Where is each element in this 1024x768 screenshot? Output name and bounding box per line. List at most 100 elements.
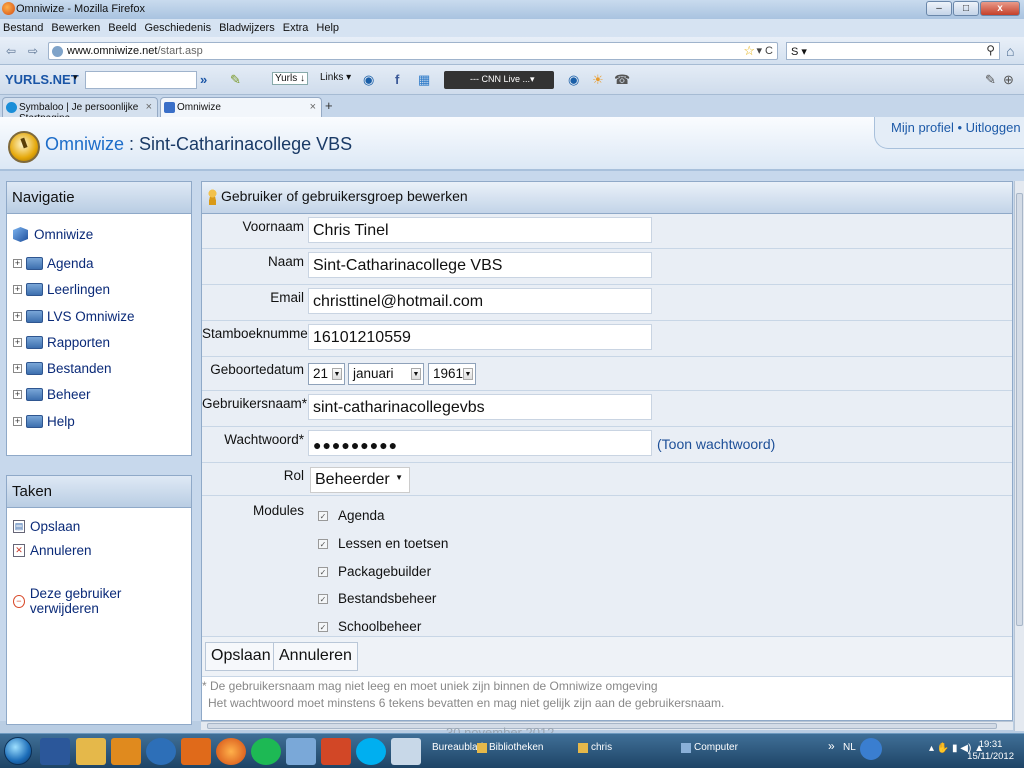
home-icon[interactable]: ⌂ [1006, 43, 1014, 59]
weather-icon[interactable]: ☀ [592, 72, 604, 88]
email-field[interactable]: christtinel@hotmail.com [308, 288, 652, 314]
powerpoint-icon[interactable] [321, 738, 351, 765]
yurls-button[interactable]: Yurls ↓ [272, 72, 309, 85]
tab-symbaloo-close-icon[interactable]: × [146, 101, 152, 113]
menu-bladwijzers[interactable]: Bladwijzers [219, 22, 275, 34]
checkbox-checked-icon[interactable]: ✓ [318, 594, 328, 604]
nav-item-bestanden[interactable]: + Bestanden [13, 361, 112, 376]
explorer-icon[interactable] [76, 738, 106, 765]
add-icon[interactable]: ⊕ [1003, 72, 1014, 88]
bookmark-star-icon[interactable]: ☆ [743, 43, 755, 59]
birth-day-select[interactable]: 21 ▼ [308, 363, 345, 385]
nav-item-help[interactable]: + Help [13, 414, 75, 429]
module-agenda[interactable]: ✓ Agenda [318, 508, 385, 523]
back-button[interactable]: ⇦ [6, 44, 16, 58]
search-engine-selector[interactable]: S ▾ [791, 46, 807, 58]
nav-item-rapporten[interactable]: + Rapporten [13, 335, 110, 350]
checkbox-checked-icon[interactable]: ✓ [318, 511, 328, 521]
vertical-scrollbar[interactable] [1014, 181, 1024, 731]
go-arrow-icon[interactable]: » [200, 72, 207, 87]
word-icon[interactable] [40, 738, 70, 765]
menu-bewerken[interactable]: Bewerken [51, 22, 100, 34]
reload-button[interactable]: ▾ C [756, 44, 773, 57]
calendar-icon[interactable]: ▦ [418, 72, 430, 88]
new-tab-button[interactable]: + [325, 98, 333, 113]
minimize-button[interactable]: – [926, 1, 952, 16]
menu-help[interactable]: Help [316, 22, 339, 34]
tab-omniwize-close-icon[interactable]: × [310, 101, 316, 113]
horizontal-scrollbar[interactable] [201, 721, 1013, 730]
search-icon[interactable]: ⚲ [986, 43, 995, 57]
search-input[interactable]: S ▾ ⚲ [786, 42, 1000, 60]
messenger-icon[interactable]: ☎ [614, 72, 630, 88]
expand-icon[interactable]: + [13, 338, 22, 347]
tray-app-icon[interactable]: ✋ [937, 743, 949, 754]
tray-arrow-icon[interactable]: ▴ [929, 743, 934, 754]
expand-icon[interactable]: + [13, 390, 22, 399]
nav-item-lvs-omniwize[interactable]: + LVS Omniwize [13, 309, 135, 324]
media-player-icon[interactable] [111, 738, 141, 765]
user-folder-link[interactable]: chris [591, 742, 612, 753]
checkbox-checked-icon[interactable]: ✓ [318, 539, 328, 549]
start-button[interactable] [4, 737, 32, 765]
expand-icon[interactable]: + [13, 259, 22, 268]
close-button[interactable]: x [980, 1, 1020, 16]
module-schoolbeheer[interactable]: ✓ Schoolbeheer [318, 619, 421, 634]
help-icon[interactable] [860, 738, 882, 760]
lastname-field[interactable]: Sint-Catharinacollege VBS [308, 252, 652, 278]
rss-icon[interactable]: ◉ [363, 72, 374, 88]
maximize-button[interactable]: □ [953, 1, 979, 16]
hand-tool-icon[interactable] [391, 738, 421, 765]
menu-extra[interactable]: Extra [283, 22, 309, 34]
checkbox-checked-icon[interactable]: ✓ [318, 567, 328, 577]
spotify-icon[interactable] [251, 738, 281, 765]
more-toolbars-chevron[interactable]: » [828, 739, 835, 753]
task-delete-user[interactable]: − Deze gebruiker verwijderen [13, 586, 191, 616]
menu-geschiedenis[interactable]: Geschiedenis [144, 22, 211, 34]
tab-symbaloo[interactable]: Symbaloo | Je persoonlijke Startpagina × [2, 97, 158, 124]
menu-bestand[interactable]: Bestand [3, 22, 43, 34]
expand-icon[interactable]: + [13, 312, 22, 321]
username-field[interactable]: sint-catharinacollegevbs [308, 394, 652, 420]
role-select[interactable]: Beheerder ▼ [310, 467, 410, 493]
libraries-link[interactable]: Bibliotheken [489, 742, 543, 753]
battery-icon[interactable]: ▮ [952, 743, 958, 754]
url-bar[interactable]: www.omniwize.net/start.asp ☆ ▾ C [48, 42, 778, 60]
checkbox-checked-icon[interactable]: ✓ [318, 622, 328, 632]
expand-icon[interactable]: + [13, 285, 22, 294]
birth-year-select[interactable]: 1961 ▼ [428, 363, 476, 385]
module-bestandsbeheer[interactable]: ✓ Bestandsbeheer [318, 591, 436, 606]
expand-icon[interactable]: + [13, 364, 22, 373]
hp-icon[interactable] [146, 738, 176, 765]
nav-item-beheer[interactable]: + Beheer [13, 387, 91, 402]
yurls-search-input[interactable] [85, 71, 197, 89]
control-panel-icon[interactable] [286, 738, 316, 765]
horizontal-scroll-thumb[interactable] [207, 723, 997, 729]
facebook-icon[interactable]: f [395, 72, 399, 87]
computer-link[interactable]: Computer [694, 742, 738, 753]
password-field[interactable]: ●●●●●●●●● [308, 430, 652, 456]
firstname-field[interactable]: Chris Tinel [308, 217, 652, 243]
language-indicator[interactable]: NL [843, 742, 856, 753]
clock[interactable]: 19:31 15/11/2012 [967, 739, 1014, 763]
birth-month-select[interactable]: januari ▼ [348, 363, 424, 385]
expand-icon[interactable]: + [13, 417, 22, 426]
menu-beeld[interactable]: Beeld [108, 22, 136, 34]
save-button[interactable]: Opslaan [205, 642, 277, 671]
highlighter-icon[interactable]: ✎ [230, 72, 241, 88]
logout-link[interactable]: Uitloggen [966, 120, 1021, 135]
app-icon[interactable] [181, 738, 211, 765]
tab-omniwize[interactable]: Omniwize × [160, 97, 322, 117]
nav-item-agenda[interactable]: + Agenda [13, 256, 94, 271]
desktop-toolbar[interactable]: Bureaublad [432, 742, 483, 753]
cancel-button[interactable]: Annuleren [273, 642, 358, 671]
my-profile-link[interactable]: Mijn profiel [891, 120, 954, 135]
links-menu[interactable]: Links ▾ [320, 72, 351, 83]
rss-feed-icon[interactable]: ◉ [568, 72, 579, 88]
firefox-taskbar-icon[interactable] [216, 738, 246, 765]
show-password-link[interactable]: (Toon wachtwoord) [657, 436, 775, 452]
forward-button[interactable]: ⇨ [28, 44, 38, 58]
module-lessen[interactable]: ✓ Lessen en toetsen [318, 536, 448, 551]
nav-item-omniwize[interactable]: Omniwize [13, 227, 93, 242]
stamboek-field[interactable]: 16101210559 [308, 324, 652, 350]
